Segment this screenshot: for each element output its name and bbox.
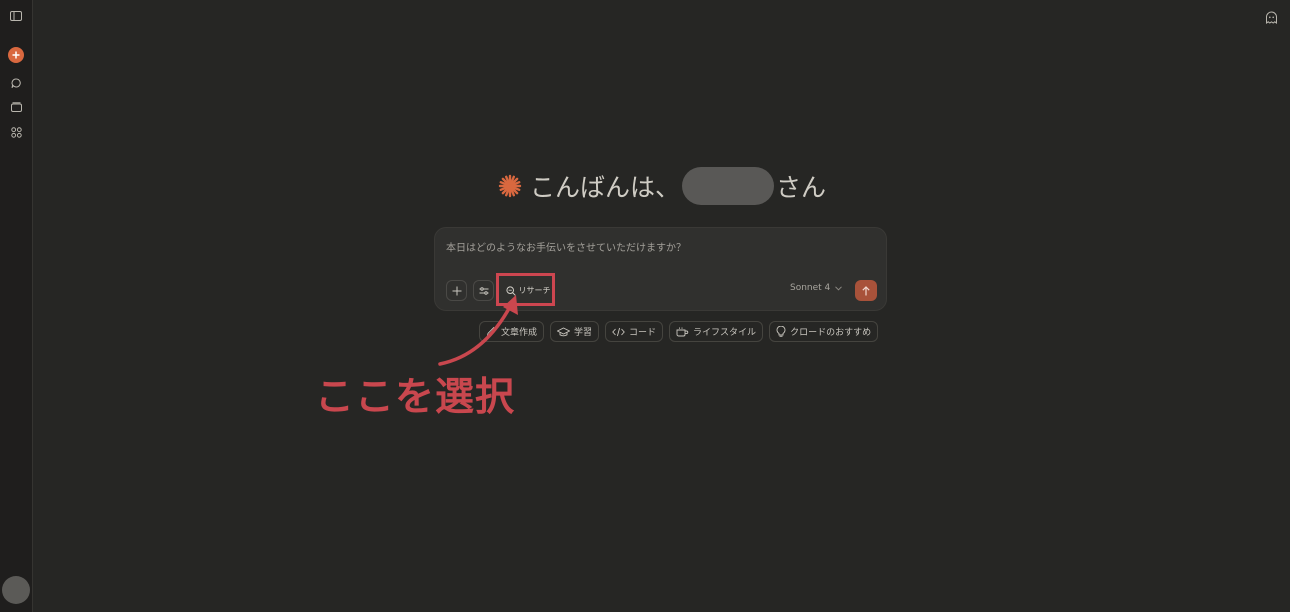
plus-icon bbox=[12, 51, 20, 59]
sidebar-toggle-button[interactable] bbox=[6, 6, 26, 26]
greeting-suffix: さん bbox=[776, 173, 827, 202]
folder-icon bbox=[10, 102, 22, 112]
chip-writing[interactable]: 文章作成 bbox=[479, 321, 545, 342]
research-button[interactable]: リサーチ bbox=[502, 280, 554, 301]
greeting-prefix: こんばんは、 bbox=[530, 173, 681, 202]
sidebar-toggle-icon bbox=[10, 11, 22, 21]
chip-label: コード bbox=[629, 328, 657, 338]
arrow-up-icon bbox=[862, 285, 870, 295]
greeting: こんばんは、 さん bbox=[498, 166, 826, 206]
model-label: Sonnet 4 bbox=[790, 283, 831, 293]
search-icon bbox=[505, 285, 516, 296]
redacted-username bbox=[682, 167, 775, 205]
app-window: こんばんは、 さん 本日はどのようなお手伝いをさせていただけますか？ リサーチ … bbox=[0, 0, 1290, 612]
research-label: リサーチ bbox=[518, 286, 551, 295]
new-chat-button[interactable] bbox=[8, 47, 24, 63]
code-icon bbox=[612, 327, 625, 336]
graduation-cap-icon bbox=[557, 326, 571, 336]
chip-code[interactable]: コード bbox=[605, 321, 664, 342]
plus-icon bbox=[452, 286, 461, 295]
sidebar bbox=[0, 0, 33, 612]
chip-label: ライフスタイル bbox=[693, 328, 757, 338]
add-attachment-button[interactable] bbox=[446, 280, 467, 301]
pencil-icon bbox=[486, 326, 497, 337]
tools-button[interactable] bbox=[473, 280, 494, 301]
projects-button[interactable] bbox=[6, 97, 26, 117]
message-composer: 本日はどのようなお手伝いをさせていただけますか？ リサーチ Sonnet 4 bbox=[434, 227, 887, 311]
send-button[interactable] bbox=[855, 280, 877, 301]
annotation-label: ここを選択 bbox=[315, 375, 516, 420]
chip-lifestyle[interactable]: ライフスタイル bbox=[669, 321, 764, 342]
grid-icon bbox=[10, 126, 22, 138]
sliders-icon bbox=[479, 286, 488, 295]
chip-claude-picks[interactable]: クロードのおすすめ bbox=[769, 321, 879, 342]
chip-label: クロードのおすすめ bbox=[790, 328, 872, 338]
model-selector[interactable]: Sonnet 4 bbox=[790, 283, 843, 293]
chat-bubble-icon bbox=[11, 78, 21, 88]
chip-label: 文章作成 bbox=[501, 328, 538, 338]
coffee-icon bbox=[676, 327, 689, 336]
suggestion-chips: 文章作成 学習 コード ライフスタイル クロードのおすすめ bbox=[479, 321, 879, 342]
lightbulb-icon bbox=[776, 326, 786, 337]
chevron-down-icon bbox=[835, 285, 843, 291]
asterisk-spark-icon bbox=[498, 174, 522, 198]
avatar[interactable] bbox=[2, 576, 30, 604]
incognito-button[interactable] bbox=[1262, 8, 1280, 26]
artifacts-button[interactable] bbox=[6, 122, 26, 142]
chats-button[interactable] bbox=[6, 73, 26, 93]
message-input[interactable]: 本日はどのようなお手伝いをさせていただけますか？ bbox=[446, 239, 686, 254]
chip-label: 学習 bbox=[574, 328, 593, 338]
ghost-icon bbox=[1265, 11, 1277, 24]
chip-learning[interactable]: 学習 bbox=[550, 321, 600, 342]
